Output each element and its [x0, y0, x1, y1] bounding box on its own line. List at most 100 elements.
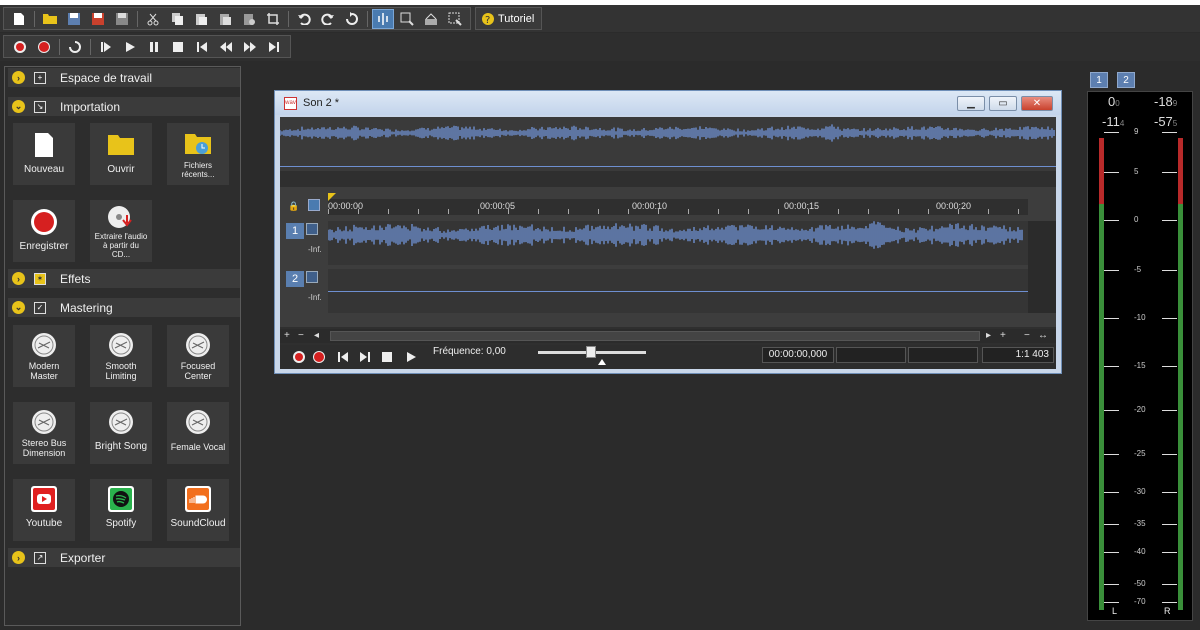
track-2-collapse-button[interactable] — [306, 271, 318, 283]
frequency-slider-thumb[interactable] — [586, 346, 596, 358]
transport-toolbar — [0, 33, 1200, 61]
record-button[interactable] — [33, 37, 55, 57]
chevron-down-icon: ⌄ — [12, 100, 25, 113]
tile-focused-center[interactable]: Focused Center — [167, 325, 229, 387]
track-1-lane[interactable] — [327, 221, 1028, 265]
record-button[interactable] — [312, 350, 326, 364]
section-export[interactable]: › ↗ Exporter — [8, 548, 240, 567]
play-from-start-button[interactable] — [95, 37, 117, 57]
undo-button[interactable] — [293, 9, 315, 29]
tile-bright-song[interactable]: Bright Song — [90, 402, 152, 464]
play-from-start-icon — [101, 41, 111, 52]
selection-start-field[interactable] — [836, 347, 906, 363]
loop-button[interactable] — [64, 37, 86, 57]
redo-button[interactable] — [317, 9, 339, 29]
tile-spotify[interactable]: Spotify — [90, 479, 152, 541]
copy-button[interactable] — [166, 9, 188, 29]
zoom-in-vertical-icon[interactable]: + — [284, 330, 290, 341]
scroll-track[interactable] — [330, 331, 980, 341]
tile-female-vocal[interactable]: Female Vocal — [167, 402, 229, 464]
minimize-button[interactable]: ▁ — [957, 96, 985, 111]
save-as-button[interactable] — [87, 9, 109, 29]
section-import[interactable]: ⌄ ↘ Importation — [8, 97, 240, 116]
zoom-fit-icon[interactable]: ↔ — [1038, 330, 1048, 341]
tile-modern-master[interactable]: Modern Master — [13, 325, 75, 387]
meter-scale-label: -70 — [1134, 597, 1146, 606]
close-button[interactable]: ✕ — [1021, 96, 1053, 111]
zoom-tool-button[interactable] — [396, 9, 418, 29]
meter-tick — [1162, 552, 1177, 553]
tile-label: Enregistrer — [19, 241, 69, 252]
scroll-left-icon[interactable]: ◂ — [314, 330, 319, 341]
tutorial-button[interactable]: ? Tutoriel — [481, 9, 534, 29]
tile-stereo-bus-dimension[interactable]: Stereo Bus Dimension — [13, 402, 75, 464]
zoom-out-icon[interactable]: − — [1024, 330, 1030, 341]
tile-new[interactable]: Nouveau — [13, 123, 75, 185]
section-effects[interactable]: › ✶ Effets — [8, 269, 240, 288]
overview-waveform[interactable] — [280, 117, 1056, 171]
stop-button[interactable] — [167, 37, 189, 57]
pause-button[interactable] — [143, 37, 165, 57]
section-mastering[interactable]: ⌄ ✓ Mastering — [8, 298, 240, 317]
tile-youtube[interactable]: Youtube — [13, 479, 75, 541]
meter-tab-2[interactable]: 2 — [1117, 72, 1135, 88]
tile-recent-files[interactable]: Fichiers récents... — [167, 123, 229, 185]
timeline-ruler[interactable]: 00:00:00 00:00:05 00:00:10 00:00:15 00:00:20 — [328, 199, 1028, 215]
record-options-button[interactable] — [9, 37, 31, 57]
repeat-button[interactable] — [341, 9, 363, 29]
preset-dial-icon — [32, 410, 56, 434]
selection-tool-button[interactable] — [372, 8, 394, 29]
select-all-button[interactable] — [444, 9, 466, 29]
selection-end-field[interactable] — [908, 347, 978, 363]
track-2-number[interactable]: 2 — [286, 271, 304, 287]
tutorial-label: Tutoriel — [498, 12, 535, 25]
go-to-start-icon — [197, 41, 207, 52]
crop-button[interactable] — [262, 9, 284, 29]
tile-record[interactable]: Enregistrer — [13, 200, 75, 262]
zoom-out-vertical-icon[interactable]: − — [298, 330, 304, 341]
fast-forward-button[interactable] — [239, 37, 261, 57]
go-to-start-button[interactable] — [191, 37, 213, 57]
go-to-end-button[interactable] — [358, 350, 372, 364]
tile-smooth-limiting[interactable]: Smooth Limiting — [90, 325, 152, 387]
go-to-start-icon — [338, 352, 348, 362]
document-title-bar[interactable]: wav Son 2 * ▁ ▭ ✕ — [275, 91, 1061, 115]
open-folder-button[interactable] — [39, 9, 61, 29]
save-button[interactable] — [63, 9, 85, 29]
cut-button[interactable] — [142, 9, 164, 29]
tile-label: SoundCloud — [170, 518, 226, 529]
envelope-tool-button[interactable] — [420, 9, 442, 29]
rewind-button[interactable] — [215, 37, 237, 57]
toolbar-divider — [34, 10, 35, 27]
zoom-ratio-field[interactable]: 1:1 403 — [982, 347, 1054, 363]
track-2-lane[interactable] — [328, 269, 1028, 313]
track-1-collapse-button[interactable] — [306, 223, 318, 235]
save-all-button[interactable] — [111, 9, 133, 29]
maximize-button[interactable]: ▭ — [989, 96, 1017, 111]
go-to-start-button[interactable] — [336, 350, 350, 364]
lock-icon[interactable]: 🔒 — [288, 201, 299, 212]
time-position-field[interactable]: 00:00:00,000 — [762, 347, 834, 363]
tile-soundcloud[interactable]: SoundCloud — [167, 479, 229, 541]
section-workspace[interactable]: › + Espace de travail — [8, 68, 240, 87]
track-1-number[interactable]: 1 — [286, 223, 304, 239]
workspace-icon: + — [34, 71, 46, 84]
paste-mix-button[interactable] — [214, 9, 236, 29]
snap-icon[interactable] — [308, 199, 320, 211]
play-button[interactable] — [119, 37, 141, 57]
zoom-in-icon[interactable]: + — [1000, 330, 1006, 341]
scroll-right-icon[interactable]: ▸ — [986, 330, 991, 341]
record-options-button[interactable] — [292, 350, 306, 364]
paste-special-button[interactable] — [238, 9, 260, 29]
play-button[interactable] — [404, 350, 418, 364]
meter-tab-1[interactable]: 1 — [1090, 72, 1108, 88]
horizontal-scrollbar[interactable]: + − ◂ ▸ + − ↔ — [280, 329, 1056, 343]
stop-button[interactable] — [380, 350, 394, 364]
tile-extract-cd[interactable]: Extraire l'audio à partir du CD... — [90, 200, 152, 262]
paste-button[interactable] — [190, 9, 212, 29]
go-to-end-button[interactable] — [263, 37, 285, 57]
ruler-tick — [778, 209, 779, 214]
tile-label: Focused Center — [180, 361, 216, 381]
new-file-button[interactable] — [8, 9, 30, 29]
tile-open[interactable]: Ouvrir — [90, 123, 152, 185]
